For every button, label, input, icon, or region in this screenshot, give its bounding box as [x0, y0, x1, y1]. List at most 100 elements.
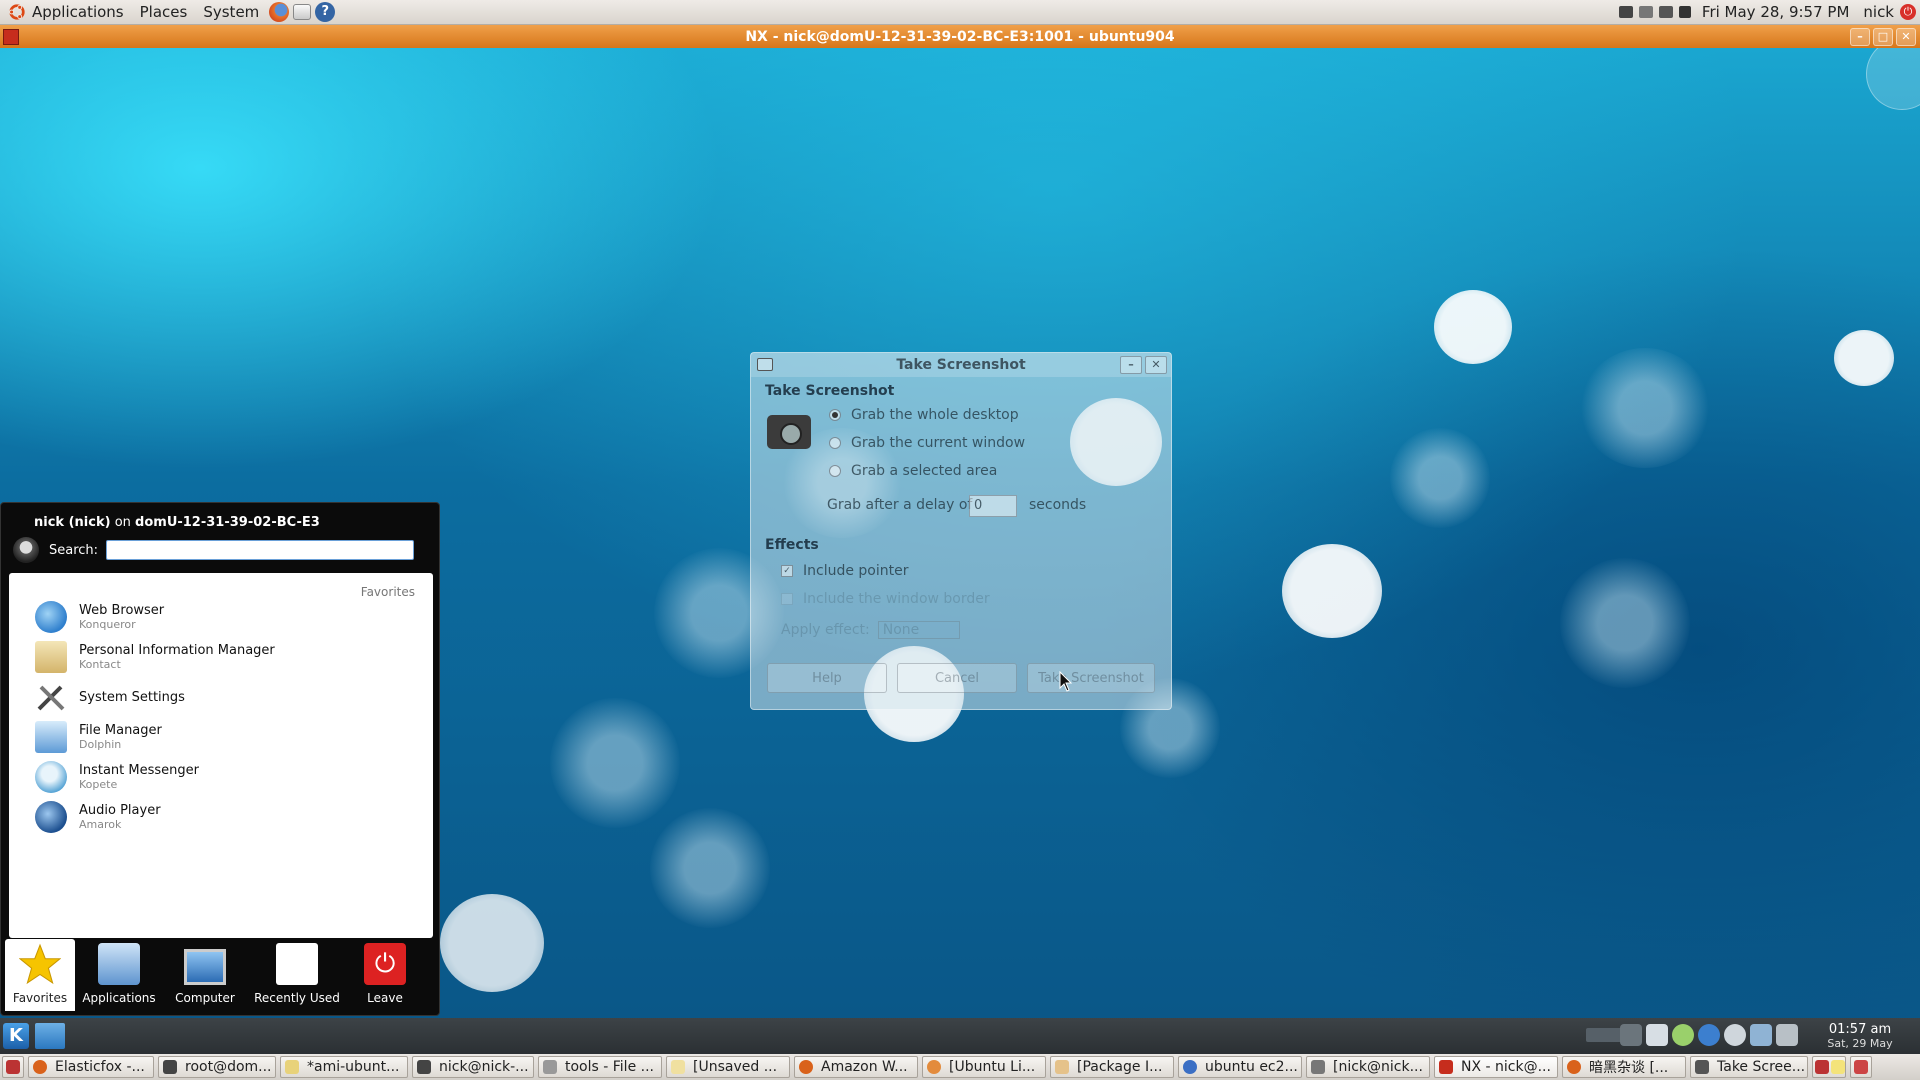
- task-package-installer[interactable]: [Package I...: [1050, 1056, 1174, 1078]
- maximize-button[interactable]: □: [1873, 28, 1893, 46]
- kickoff-launcher-menu[interactable]: nick (nick) on domU-12-31-39-02-BC-E3 Se…: [0, 502, 440, 1016]
- tray-browser-icon[interactable]: [1698, 1024, 1720, 1046]
- gnome-top-panel: Applications Places System ? Fri May 28,…: [0, 0, 1920, 25]
- help-button[interactable]: Help: [767, 663, 887, 693]
- tray-network-icon[interactable]: [1750, 1024, 1772, 1046]
- task-ami-ubuntu[interactable]: *ami-ubunt...: [280, 1056, 408, 1078]
- kde-favorites-icon[interactable]: [35, 1023, 65, 1049]
- show-desktop-button[interactable]: [2, 1056, 24, 1078]
- volume-icon[interactable]: [1678, 6, 1691, 18]
- task-label: [Unsaved ...: [693, 1059, 778, 1075]
- task-nx-nick[interactable]: NX - nick@...: [1434, 1056, 1558, 1078]
- terminal-icon: [163, 1060, 177, 1074]
- tab-recently-used[interactable]: Recently Used: [249, 939, 345, 1011]
- task-nick-window[interactable]: [nick@nick...: [1306, 1056, 1430, 1078]
- task-take-screenshot[interactable]: Take Scree...: [1690, 1056, 1808, 1078]
- task-unsaved[interactable]: [Unsaved ...: [666, 1056, 790, 1078]
- printer-icon[interactable]: [1638, 6, 1653, 18]
- delay-spinbox[interactable]: 0: [969, 495, 1017, 517]
- task-root-terminal[interactable]: root@dom...: [158, 1056, 276, 1078]
- task-dark-chat[interactable]: 暗黑杂谈 [...: [1562, 1056, 1686, 1078]
- tray-clipboard-icon[interactable]: [1776, 1024, 1798, 1046]
- task-tools-file[interactable]: tools - File ...: [538, 1056, 662, 1078]
- item-title: File Manager: [79, 723, 162, 738]
- tray-settings-icon[interactable]: [1724, 1024, 1746, 1046]
- kickoff-user: nick (nick): [34, 515, 111, 530]
- grab-current-window-radio[interactable]: Grab the current window: [829, 435, 1025, 451]
- network-icon[interactable]: [1618, 6, 1633, 18]
- apply-effect-select[interactable]: None: [877, 621, 961, 639]
- workspace-switcher[interactable]: [1812, 1056, 1846, 1078]
- cancel-button[interactable]: Cancel: [897, 663, 1017, 693]
- tray-notes-icon[interactable]: [1646, 1024, 1668, 1046]
- favorite-web-browser[interactable]: Web Browser Konqueror: [35, 601, 164, 633]
- terminal-icon: [1311, 1060, 1325, 1074]
- kde-clock[interactable]: 01:57 am Sat, 29 May: [1812, 1022, 1908, 1050]
- bokeh-light: [1282, 544, 1382, 638]
- firefox-icon: [1183, 1060, 1197, 1074]
- help-launcher-icon[interactable]: ?: [315, 2, 336, 22]
- tray-gear-icon[interactable]: [1672, 1024, 1694, 1046]
- show-desktop-icon: [6, 1060, 20, 1074]
- power-icon[interactable]: ⏻: [1900, 4, 1916, 20]
- task-ubuntu-linux[interactable]: [Ubuntu Li...: [922, 1056, 1046, 1078]
- system-menu[interactable]: System: [195, 0, 267, 24]
- delay-label: Grab after a delay of: [827, 497, 973, 513]
- take-screenshot-dialog[interactable]: Take Screenshot – ✕ Take Screenshot Grab…: [750, 352, 1172, 710]
- places-menu[interactable]: Places: [132, 0, 196, 24]
- grab-whole-desktop-radio[interactable]: Grab the whole desktop: [829, 407, 1019, 423]
- favorite-system-settings[interactable]: System Settings: [35, 681, 185, 713]
- favorite-instant-messenger[interactable]: Instant Messenger Kopete: [35, 761, 199, 793]
- tab-computer[interactable]: Computer: [163, 939, 247, 1011]
- tab-label: Applications: [82, 991, 156, 1005]
- task-label: nick@nick-...: [439, 1059, 529, 1075]
- radio-label: Grab the current window: [851, 435, 1026, 451]
- system-menu-label: System: [203, 3, 260, 21]
- dialog-titlebar[interactable]: Take Screenshot – ✕: [751, 353, 1171, 377]
- tab-favorites[interactable]: Favorites: [5, 939, 75, 1011]
- desktop-widget-handle[interactable]: [1866, 48, 1920, 110]
- task-elasticfox[interactable]: Elasticfox -...: [28, 1056, 154, 1078]
- delay-unit-label: seconds: [1029, 497, 1087, 513]
- grab-selected-area-radio[interactable]: Grab a selected area: [829, 463, 997, 479]
- trash-button[interactable]: [1850, 1056, 1872, 1078]
- camera-icon: [767, 415, 811, 449]
- task-nick-terminal[interactable]: nick@nick-...: [412, 1056, 534, 1078]
- favorite-file-manager[interactable]: File Manager Dolphin: [35, 721, 162, 753]
- task-amazon[interactable]: Amazon W...: [794, 1056, 918, 1078]
- nx-app-icon[interactable]: [3, 29, 19, 45]
- mail-launcher-icon[interactable]: [293, 4, 312, 20]
- tray-computer-icon[interactable]: [1620, 1024, 1642, 1046]
- kde-launcher-icon[interactable]: K: [3, 1023, 29, 1049]
- take-screenshot-button[interactable]: Take Screenshot: [1027, 663, 1155, 693]
- dialog-close-button[interactable]: ✕: [1145, 356, 1167, 374]
- favorite-personal-information-manager[interactable]: Personal Information Manager Kontact: [35, 641, 275, 673]
- firefox-launcher-icon[interactable]: [269, 2, 290, 22]
- include-pointer-checkbox[interactable]: ✓ Include pointer: [781, 563, 909, 579]
- star-icon: [19, 943, 61, 985]
- mouse-pointer-icon: [1059, 671, 1073, 692]
- kickoff-user-header: nick (nick) on domU-12-31-39-02-BC-E3: [34, 515, 320, 530]
- minimize-button[interactable]: –: [1850, 28, 1870, 46]
- close-button[interactable]: ✕: [1896, 28, 1916, 46]
- keyboard-icon[interactable]: [1658, 6, 1673, 18]
- firefox-icon: [33, 1060, 47, 1074]
- include-border-checkbox[interactable]: Include the window border: [781, 591, 990, 607]
- tools-icon: [37, 685, 65, 711]
- tab-label: Leave: [367, 991, 403, 1005]
- applications-menu[interactable]: Applications: [0, 0, 132, 24]
- top-panel-clock[interactable]: Fri May 28, 9:57 PM: [1702, 3, 1849, 21]
- favorite-audio-player[interactable]: Audio Player Amarok: [35, 801, 161, 833]
- apply-effect-label: Apply effect:: [781, 622, 870, 638]
- user-name[interactable]: nick: [1863, 3, 1894, 21]
- dialog-minimize-button[interactable]: –: [1120, 356, 1142, 374]
- kickoff-search-input[interactable]: [106, 540, 415, 560]
- kickoff-tabs: Favorites Applications Computer Recently…: [5, 939, 435, 1011]
- task-label: [nick@nick...: [1333, 1059, 1423, 1075]
- tab-applications[interactable]: Applications: [77, 939, 161, 1011]
- task-ubuntu-ec2[interactable]: ubuntu ec2...: [1178, 1056, 1302, 1078]
- nx-window-titlebar[interactable]: NX - nick@domU-12-31-39-02-BC-E3:1001 - …: [0, 25, 1920, 48]
- tab-leave[interactable]: ⏻ Leave: [347, 939, 423, 1011]
- apply-effect-row[interactable]: Apply effect: None: [781, 621, 961, 639]
- leave-power-icon: ⏻: [364, 943, 406, 985]
